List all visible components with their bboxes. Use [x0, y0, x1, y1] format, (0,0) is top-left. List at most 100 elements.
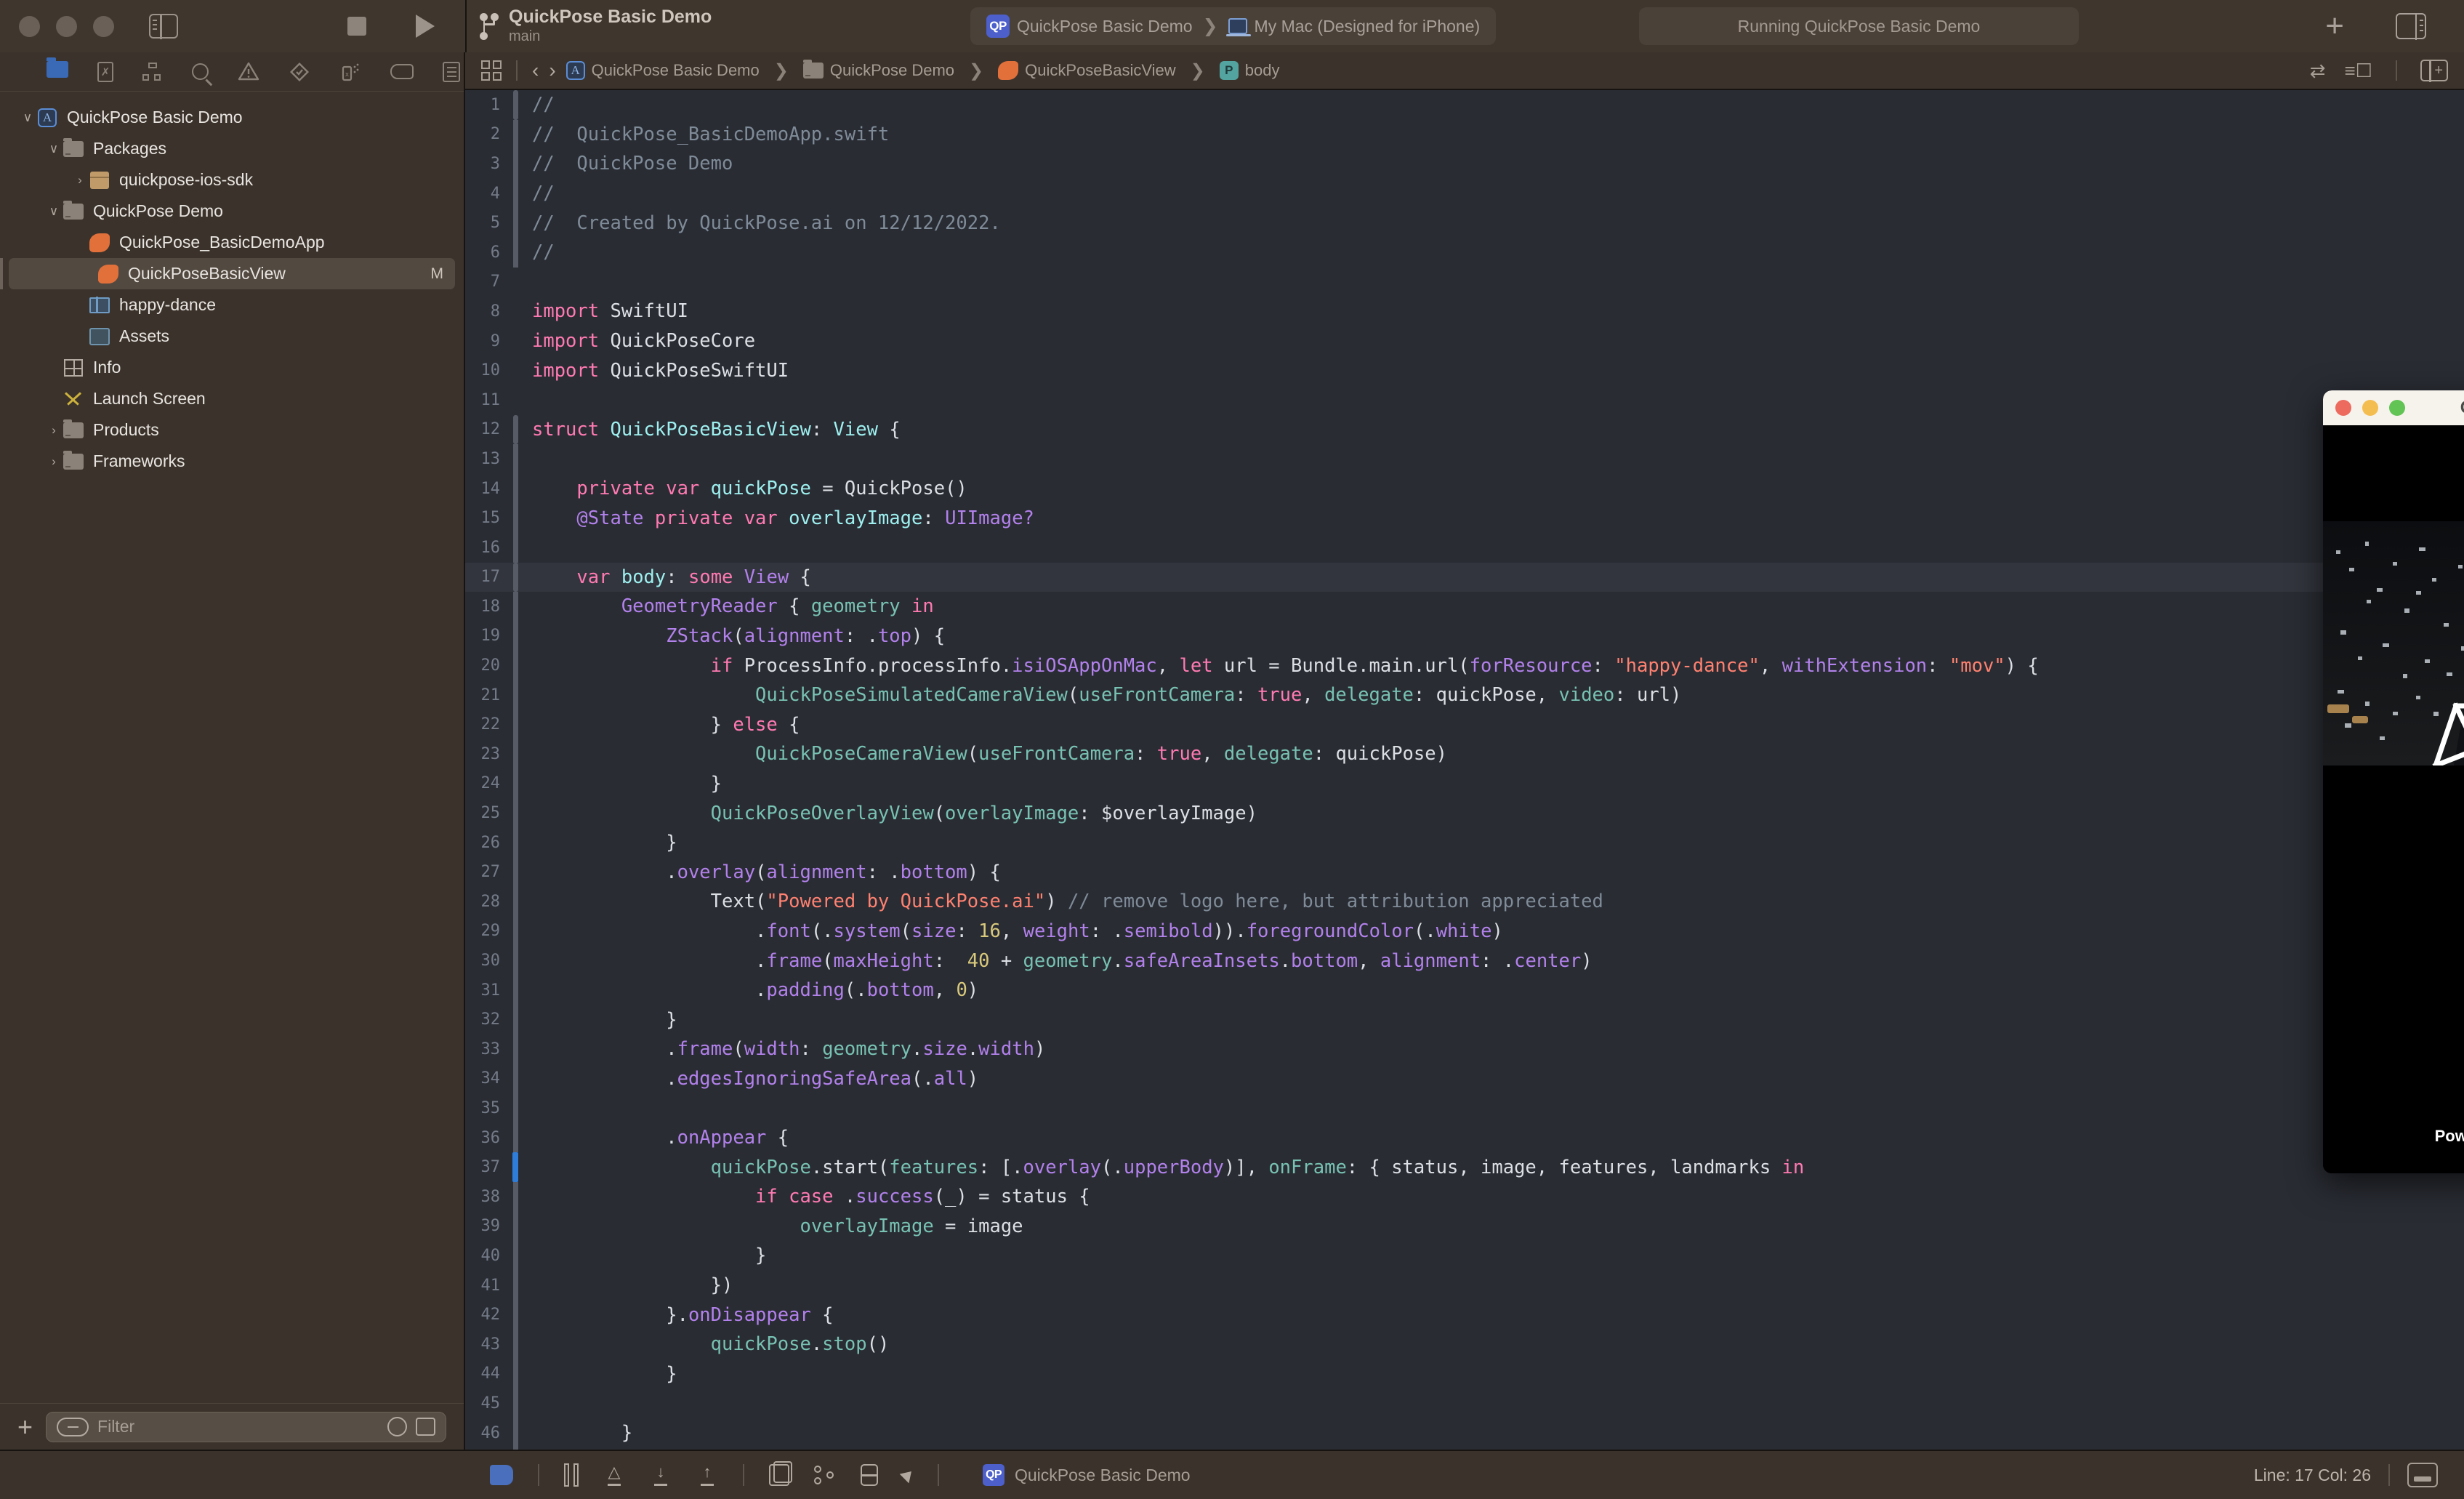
tree-item-quickpose-basic-demo[interactable]: ∨AQuickPose Basic Demo [0, 102, 464, 133]
code-line[interactable]: 3// QuickPose Demo [465, 149, 2464, 179]
change-gutter[interactable] [512, 651, 520, 680]
change-gutter[interactable] [512, 208, 520, 238]
disclosure-triangle-icon[interactable]: › [45, 423, 63, 438]
simulate-location-icon[interactable] [900, 1467, 917, 1484]
code-line[interactable]: 27 .overlay(alignment: .bottom) { [465, 857, 2464, 887]
code-text[interactable]: }.onDisappear { [520, 1304, 834, 1326]
hide-debug-area-icon[interactable] [490, 1465, 513, 1485]
memory-graph-icon[interactable] [814, 1464, 836, 1486]
code-line[interactable]: 9import QuickPoseCore [465, 326, 2464, 356]
view-hierarchy-icon[interactable] [769, 1464, 789, 1486]
scheme-name[interactable]: QuickPose Basic Demo [1017, 17, 1193, 36]
code-text[interactable]: .frame(width: geometry.size.width) [520, 1038, 1045, 1060]
tree-item-quickpose-ios-sdk[interactable]: ›quickpose-ios-sdk [0, 164, 464, 196]
code-line[interactable]: 24 } [465, 769, 2464, 799]
change-gutter[interactable] [512, 1152, 520, 1182]
change-gutter[interactable] [512, 1330, 520, 1359]
code-line[interactable]: 26 } [465, 828, 2464, 858]
tree-item-frameworks[interactable]: ›Frameworks [0, 446, 464, 477]
change-gutter[interactable] [512, 1005, 520, 1034]
breadcrumb-item-2[interactable]: QuickPoseBasicView [998, 61, 1175, 80]
code-line[interactable]: 16 [465, 533, 2464, 563]
sidebar-tab-source-control-icon[interactable]: ✗ [97, 62, 113, 82]
tree-item-assets[interactable]: Assets [0, 321, 464, 352]
code-line[interactable]: 19 ZStack(alignment: .top) { [465, 622, 2464, 651]
code-line[interactable]: 12struct QuickPoseBasicView: View { [465, 415, 2464, 445]
code-line[interactable]: 11 [465, 385, 2464, 415]
code-line[interactable]: 46 } [465, 1418, 2464, 1448]
sidebar-tab-project-navigator[interactable] [47, 61, 68, 83]
code-text[interactable]: QuickPoseCameraView(useFrontCamera: true… [520, 743, 1447, 765]
disclosure-triangle-icon[interactable]: ∨ [45, 142, 63, 156]
code-text[interactable]: ZStack(alignment: .top) { [520, 625, 945, 647]
change-gutter[interactable] [512, 680, 520, 710]
change-gutter[interactable] [512, 503, 520, 533]
simulator-window[interactable]: QuickPose Demo [2323, 390, 2464, 1173]
code-text[interactable]: Text("Powered by QuickPose.ai") // remov… [520, 891, 1603, 912]
change-gutter[interactable] [512, 120, 520, 150]
code-line[interactable]: 42 }.onDisappear { [465, 1300, 2464, 1330]
code-text[interactable]: .padding(.bottom, 0) [520, 979, 978, 1001]
tree-item-packages[interactable]: ∨Packages [0, 133, 464, 164]
change-gutter[interactable] [512, 887, 520, 917]
change-gutter[interactable] [512, 622, 520, 651]
code-text[interactable]: quickPose.stop() [520, 1333, 889, 1355]
change-gutter[interactable] [512, 710, 520, 739]
code-text[interactable]: .font(.system(size: 16, weight: .semibol… [520, 920, 1503, 942]
tree-item-quickpose-basicdemoapp[interactable]: QuickPose_BasicDemoApp [0, 227, 464, 258]
code-line[interactable]: 1// [465, 90, 2464, 120]
code-text[interactable]: // Created by QuickPose.ai on 12/12/2022… [520, 212, 1001, 234]
code-line[interactable]: 44 } [465, 1359, 2464, 1389]
change-gutter[interactable] [512, 857, 520, 887]
code-text[interactable]: }) [520, 1274, 733, 1296]
change-gutter[interactable] [512, 769, 520, 799]
change-gutter[interactable] [512, 1447, 520, 1450]
code-line[interactable]: 6// [465, 238, 2464, 268]
sidebar-tab-report-list-icon[interactable] [443, 62, 460, 82]
minimize-button[interactable] [56, 16, 77, 37]
code-text[interactable]: QuickPoseSimulatedCameraView(useFrontCam… [520, 684, 1681, 706]
change-gutter[interactable] [512, 798, 520, 828]
change-gutter[interactable] [512, 1064, 520, 1094]
code-text[interactable]: } [520, 1245, 766, 1266]
change-gutter[interactable] [512, 1034, 520, 1064]
breadcrumb-item-1[interactable]: QuickPose Demo [803, 61, 954, 80]
change-gutter[interactable] [512, 533, 520, 563]
code-line[interactable]: 8import SwiftUI [465, 297, 2464, 326]
change-gutter[interactable] [512, 1241, 520, 1271]
change-gutter[interactable] [512, 976, 520, 1005]
minimap-icon[interactable]: ≡☐ [2345, 60, 2372, 82]
change-gutter[interactable] [512, 355, 520, 385]
code-text[interactable]: @State private var overlayImage: UIImage… [520, 507, 1034, 529]
change-gutter[interactable] [512, 917, 520, 947]
filter-scope-icon[interactable] [57, 1418, 89, 1436]
code-text[interactable]: import SwiftUI [520, 300, 688, 322]
change-gutter[interactable] [512, 1300, 520, 1330]
code-text[interactable]: } [520, 1363, 677, 1385]
step-out-icon[interactable]: ↑ [696, 1464, 718, 1486]
source-code-editor[interactable]: 1//2// QuickPose_BasicDemoApp.swift3// Q… [465, 90, 2464, 1450]
code-text[interactable]: // QuickPose Demo [520, 153, 733, 174]
tree-item-quickposebasicview[interactable]: QuickPoseBasicViewM [9, 258, 455, 289]
sidebar-tab-spray-can-icon[interactable]: x [339, 61, 361, 83]
navigate-back-button[interactable]: ‹ [532, 59, 539, 82]
add-button[interactable]: + [2325, 10, 2344, 42]
change-gutter[interactable] [512, 1123, 520, 1153]
breadcrumb-item-3[interactable]: P body [1220, 61, 1280, 80]
code-text[interactable]: // [520, 241, 555, 263]
code-text[interactable]: .frame(maxHeight: 40 + geometry.safeArea… [520, 950, 1593, 972]
change-gutter[interactable] [512, 946, 520, 976]
code-line[interactable]: 31 .padding(.bottom, 0) [465, 976, 2464, 1005]
change-gutter[interactable] [512, 563, 520, 592]
navigate-forward-button[interactable]: › [549, 59, 555, 82]
source-control-filter-icon[interactable] [416, 1418, 435, 1436]
close-button[interactable] [19, 16, 40, 37]
code-line[interactable]: 22 } else { [465, 710, 2464, 739]
related-items-swap-icon[interactable]: ⇄ [2310, 60, 2326, 82]
change-gutter[interactable] [512, 1418, 520, 1448]
code-line[interactable]: 41 }) [465, 1271, 2464, 1301]
code-text[interactable]: // QuickPose_BasicDemoApp.swift [520, 124, 889, 145]
change-gutter[interactable] [512, 828, 520, 858]
code-text[interactable]: } [520, 773, 722, 795]
code-line[interactable]: 13 [465, 444, 2464, 474]
